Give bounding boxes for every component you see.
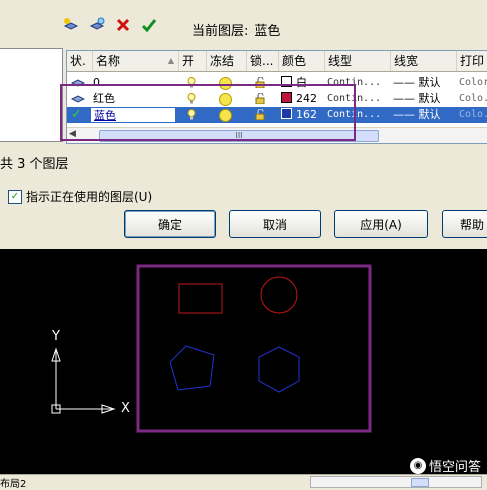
layer-manager-dialog: 当前图层: 蓝色 状. 名称 ▲ 开 冻结 锁... 颜色 线型 线宽 打印 0 — [0, 0, 487, 245]
layer-list-header: 状. 名称 ▲ 开 冻结 锁... 颜色 线型 线宽 打印 — [67, 51, 487, 72]
col-freeze[interactable]: 冻结 — [207, 51, 247, 71]
layer-list: 状. 名称 ▲ 开 冻结 锁... 颜色 线型 线宽 打印 0 白 Contin… — [66, 50, 487, 144]
unlock-icon[interactable] — [255, 75, 266, 91]
current-layer-check-icon: ✓ — [71, 107, 82, 122]
help-button[interactable]: 帮助 — [442, 210, 487, 238]
ucs-axis-icon — [51, 347, 116, 414]
col-on[interactable]: 开 — [179, 51, 207, 71]
bulb-on-icon[interactable] — [187, 75, 196, 91]
layer-status-icon — [70, 91, 86, 107]
col-plot[interactable]: 打印 — [457, 51, 487, 71]
red-rectangle-shape[interactable] — [178, 283, 223, 314]
table-row-selected[interactable]: ✓ 蓝色 162 Contin... —— 默认 Colo... — [67, 107, 487, 123]
drawing-canvas[interactable]: Y X — [0, 249, 487, 474]
blue-hexagon-shape[interactable] — [258, 346, 300, 393]
apply-button[interactable]: 应用(A) — [334, 210, 428, 238]
linetype-value[interactable]: Contin... — [327, 75, 381, 91]
col-lineweight[interactable]: 线宽 — [391, 51, 457, 71]
color-cell[interactable]: 162 — [281, 107, 317, 123]
sort-asc-icon: ▲ — [167, 56, 174, 65]
layer-toolbar — [62, 14, 158, 36]
color-cell[interactable]: 242 — [281, 91, 317, 107]
show-used-layers-label: 指示正在使用的图层(U) — [26, 190, 153, 204]
horizontal-scrollbar[interactable]: ◀ III — [67, 127, 487, 143]
checkbox-checked-icon[interactable]: ✓ — [8, 189, 22, 204]
bulb-on-icon[interactable] — [187, 91, 196, 107]
layer-count-text: 共 3 个图层 — [0, 157, 69, 172]
scroll-left-arrow-icon[interactable]: ◀ — [69, 129, 81, 141]
blue-pentagon-shape[interactable] — [169, 345, 215, 391]
thaw-sun-icon[interactable] — [219, 75, 232, 91]
color-swatch — [281, 76, 292, 87]
watermark: ◉ 悟空问答 — [409, 456, 481, 475]
show-used-layers-checkbox[interactable]: ✓ 指示正在使用的图层(U) — [8, 188, 152, 205]
plot-style-value[interactable]: Colo... — [459, 107, 487, 123]
layer-status-icon — [70, 75, 86, 91]
layer-name: 0 — [93, 76, 100, 89]
horizontal-scrollbar[interactable] — [310, 476, 482, 488]
col-name-label: 名称 — [96, 54, 121, 68]
plot-style-value[interactable]: Colo... — [459, 91, 487, 107]
watermark-logo-icon: ◉ — [409, 457, 426, 474]
current-layer-value: 蓝色 — [254, 24, 281, 39]
col-color[interactable]: 颜色 — [279, 51, 325, 71]
lineweight-value[interactable]: —— 默认 — [393, 91, 441, 107]
layout-tab-bar: 布局2 — [0, 474, 487, 490]
table-row[interactable]: 红色 242 Contin... —— 默认 Colo... — [67, 91, 487, 107]
axis-x-label: X — [121, 401, 130, 416]
scroll-thumb[interactable]: III — [99, 130, 379, 142]
linetype-value[interactable]: Contin... — [327, 107, 381, 123]
annotation-highlight-frame — [136, 264, 372, 433]
layer-name: 红色 — [93, 92, 115, 105]
thaw-sun-icon[interactable] — [219, 107, 232, 123]
linetype-value[interactable]: Contin... — [327, 91, 381, 107]
delete-layer-icon[interactable] — [114, 16, 132, 34]
layout-tab[interactable]: 布局2 — [0, 475, 26, 490]
lineweight-value[interactable]: —— 默认 — [393, 107, 441, 123]
axis-y-label: Y — [52, 329, 60, 344]
layer-filter-tree[interactable] — [0, 48, 63, 142]
color-name: 162 — [296, 108, 317, 121]
color-cell[interactable]: 白 — [281, 75, 307, 91]
watermark-text: 悟空问答 — [428, 460, 481, 475]
color-name: 242 — [296, 92, 317, 105]
new-layer-icon[interactable] — [62, 16, 80, 34]
set-current-icon[interactable] — [140, 16, 158, 34]
red-circle-shape[interactable] — [260, 276, 298, 314]
thaw-sun-icon[interactable] — [219, 91, 232, 107]
current-layer-label: 当前图层: — [192, 24, 249, 39]
scroll-thumb[interactable] — [411, 478, 429, 487]
current-layer-display: 当前图层: 蓝色 — [192, 20, 286, 39]
col-linetype[interactable]: 线型 — [325, 51, 391, 71]
new-layer-frozen-icon[interactable] — [88, 16, 106, 34]
bulb-on-icon[interactable] — [187, 107, 196, 123]
unlock-icon[interactable] — [255, 107, 266, 123]
color-swatch — [281, 108, 292, 119]
drawing-svg — [51, 264, 372, 433]
color-name: 白 — [296, 76, 307, 89]
unlock-icon[interactable] — [255, 91, 266, 107]
col-status[interactable]: 状. — [67, 51, 93, 71]
layer-name-edit-field[interactable]: 蓝色 — [91, 108, 175, 122]
lineweight-value[interactable]: —— 默认 — [393, 75, 441, 91]
plot-style-value[interactable]: Color — [459, 75, 487, 91]
table-row[interactable]: 0 白 Contin... —— 默认 Color — [67, 75, 487, 91]
ok-button[interactable]: 确定 — [124, 210, 216, 238]
col-lock[interactable]: 锁... — [247, 51, 279, 71]
col-name[interactable]: 名称 ▲ — [93, 51, 179, 71]
cancel-button[interactable]: 取消 — [229, 210, 321, 238]
color-swatch — [281, 92, 292, 103]
